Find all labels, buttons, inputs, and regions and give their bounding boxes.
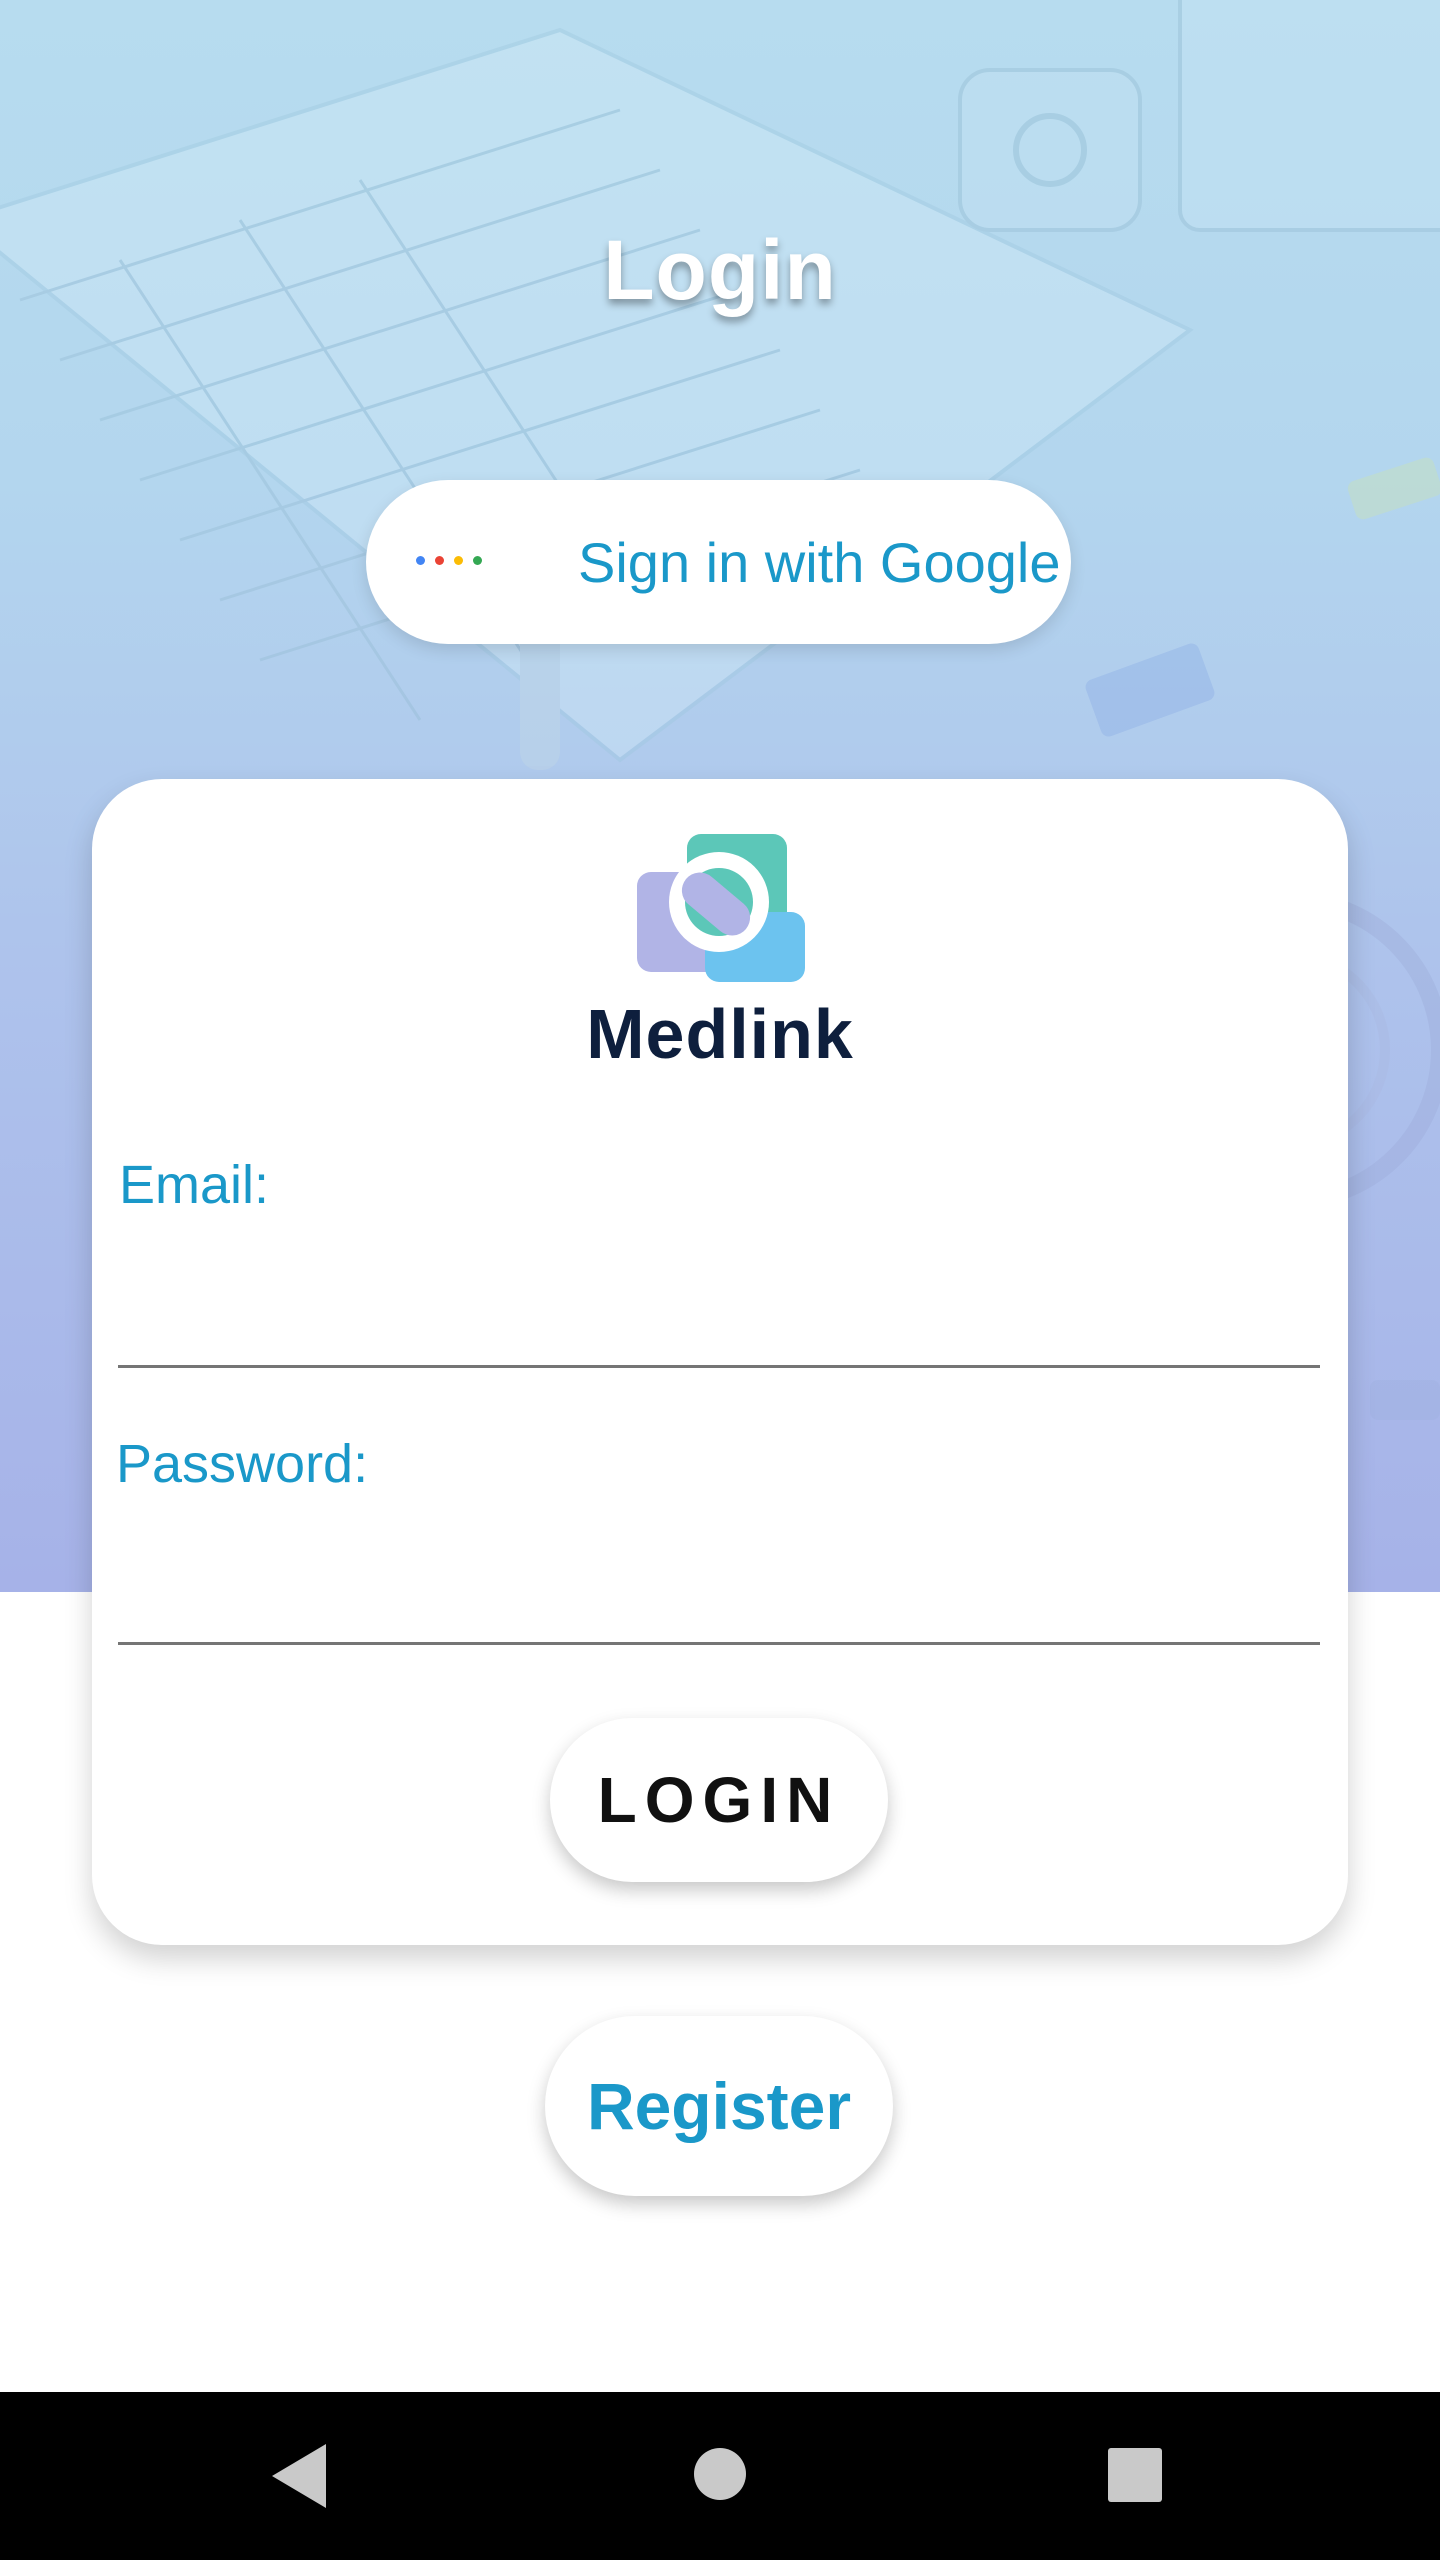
register-button[interactable]: Register — [545, 2016, 893, 2196]
email-field[interactable] — [118, 1275, 1320, 1368]
password-field[interactable] — [118, 1552, 1320, 1645]
google-signin-label: Sign in with Google — [578, 531, 1061, 594]
google-dot-green — [473, 556, 482, 565]
google-dot-red — [435, 556, 444, 565]
recents-square-icon[interactable] — [1108, 2448, 1162, 2502]
login-button[interactable]: LOGIN — [550, 1718, 888, 1882]
google-signin-button[interactable]: Sign in with Google — [366, 480, 1071, 644]
password-label: Password: — [116, 1434, 369, 1494]
email-label: Email: — [119, 1155, 270, 1215]
page-title: Login — [603, 223, 837, 317]
home-circle-icon[interactable] — [694, 2448, 746, 2500]
google-dot-blue — [416, 556, 425, 565]
login-card: Medlink Email: Password: LOGIN — [92, 779, 1348, 1945]
system-navigation-bar — [0, 2392, 1440, 2560]
brand-name: Medlink — [586, 995, 854, 1073]
google-logo-icon — [416, 556, 482, 565]
google-dot-yellow — [454, 556, 463, 565]
medlink-logo-icon — [637, 834, 805, 982]
back-triangle-icon[interactable] — [272, 2444, 326, 2508]
login-screen: Login Sign in with Google Medlink Email:… — [0, 0, 1440, 2560]
